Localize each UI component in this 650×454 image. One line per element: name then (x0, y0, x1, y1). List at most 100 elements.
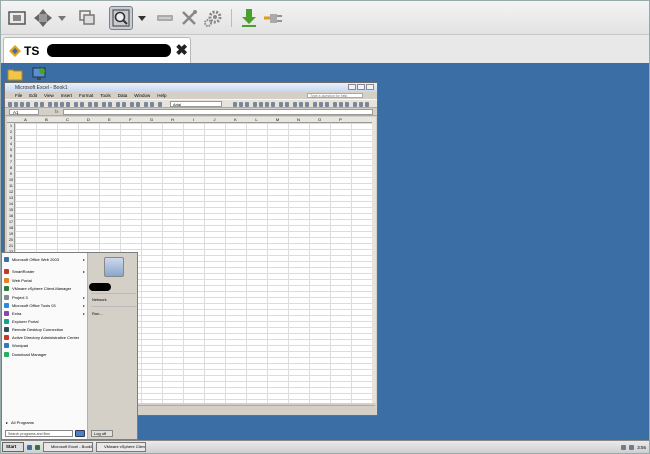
column-header[interactable]: O (309, 117, 330, 123)
formula-input[interactable] (62, 108, 373, 115)
start-menu-item[interactable]: Microsoft Office Web 2003 ▸ (4, 255, 86, 263)
toolbar-button-icon[interactable] (48, 102, 52, 107)
help-search-input[interactable]: Type a question for help (307, 93, 363, 98)
column-header[interactable]: E (99, 117, 120, 123)
toolbar-button-icon[interactable] (359, 102, 363, 107)
toolbar-button-icon[interactable] (108, 102, 112, 107)
column-header[interactable]: D (78, 117, 99, 123)
font-select[interactable]: Arial (170, 101, 222, 107)
menu-data[interactable]: Data (118, 93, 128, 98)
toolbar-button-icon[interactable] (150, 102, 154, 107)
column-header[interactable]: M (267, 117, 288, 123)
toolbar-button-icon[interactable] (26, 102, 30, 107)
toolbar-button-icon[interactable] (279, 102, 283, 107)
toolbar-button-icon[interactable] (319, 102, 323, 107)
run-link[interactable]: Run... (92, 311, 103, 316)
tools-button[interactable] (177, 6, 201, 30)
disconnect-button[interactable] (261, 6, 285, 30)
column-header[interactable]: G (141, 117, 162, 123)
keyboard-button[interactable] (153, 6, 177, 30)
start-menu-item[interactable]: Active Directory Administrative Center (4, 333, 86, 341)
start-menu-item[interactable]: Download Manager (4, 350, 86, 358)
column-header[interactable]: F (120, 117, 141, 123)
toolbar-button-icon[interactable] (66, 102, 70, 107)
start-menu-item[interactable]: Explorer Portal (4, 317, 86, 325)
network-icon[interactable] (31, 66, 47, 82)
name-box[interactable]: A1 (9, 108, 39, 115)
menu-file[interactable]: File (15, 93, 22, 98)
zoom-dropdown[interactable] (135, 6, 149, 30)
toolbar-button-icon[interactable] (102, 102, 106, 107)
toolbar-button-icon[interactable] (130, 102, 134, 107)
column-header[interactable]: I (183, 117, 204, 123)
column-header[interactable]: B (36, 117, 57, 123)
toolbar-button-icon[interactable] (345, 102, 349, 107)
toolbar-button-icon[interactable] (239, 102, 243, 107)
toolbar-button-icon[interactable] (60, 102, 64, 107)
zoom-button[interactable] (109, 6, 133, 30)
maximize-button[interactable] (357, 84, 365, 90)
close-icon[interactable]: ✖ (175, 43, 188, 58)
toolbar-button-icon[interactable] (313, 102, 317, 107)
toolbar-button-icon[interactable] (80, 102, 84, 107)
start-menu-item[interactable]: Extra ▸ (4, 309, 86, 317)
toolbar-button-icon[interactable] (233, 102, 237, 107)
toolbar-button-icon[interactable] (74, 102, 78, 107)
toolbar-button-icon[interactable] (88, 102, 92, 107)
minimize-button[interactable] (348, 84, 356, 90)
menu-tools[interactable]: Tools (100, 93, 111, 98)
fit-screen-button[interactable] (5, 6, 29, 30)
resize-dropdown[interactable] (55, 6, 69, 30)
toolbar-button-icon[interactable] (158, 102, 162, 107)
column-header[interactable]: P (330, 117, 351, 123)
session-tab[interactable]: TS ✖ (3, 37, 191, 63)
menu-edit[interactable]: Edit (29, 93, 37, 98)
logoff-button[interactable]: Log off (91, 430, 113, 437)
start-menu-item[interactable]: SmartRoster ▸ (4, 267, 86, 275)
menu-format[interactable]: Format (79, 93, 93, 98)
toolbar-button-icon[interactable] (136, 102, 140, 107)
toolbar-button-icon[interactable] (265, 102, 269, 107)
network-tray-icon[interactable] (621, 444, 627, 450)
vertical-scrollbar[interactable] (372, 117, 376, 403)
toolbar-button-icon[interactable] (293, 102, 297, 107)
close-button[interactable] (366, 84, 374, 90)
menu-insert[interactable]: Insert (61, 93, 72, 98)
all-programs[interactable]: ▸ All Programs (6, 420, 34, 425)
column-header[interactable]: L (246, 117, 267, 123)
volume-tray-icon[interactable] (629, 444, 635, 450)
toolbar-button-icon[interactable] (353, 102, 357, 107)
toolbar-button-icon[interactable] (271, 102, 275, 107)
start-menu-item[interactable]: Project 3 ▸ (4, 293, 86, 301)
download-button[interactable] (237, 6, 261, 30)
toolbar-button-icon[interactable] (285, 102, 289, 107)
column-header[interactable]: C (57, 117, 78, 123)
settings-button[interactable] (201, 6, 225, 30)
column-header[interactable]: N (288, 117, 309, 123)
powershell-quicklaunch-icon[interactable] (35, 444, 40, 450)
taskbar-item-excel[interactable]: Microsoft Excel - Book1 (43, 442, 93, 452)
start-menu-item[interactable]: VMware vSphere Client-Manager (4, 284, 86, 292)
search-icon[interactable] (75, 430, 85, 437)
toolbar-button-icon[interactable] (8, 102, 12, 107)
start-menu-item[interactable]: Wordpad (4, 341, 86, 349)
start-button[interactable]: Start (2, 442, 24, 452)
fx-icon[interactable]: fx (55, 109, 59, 114)
toolbar-button-icon[interactable] (245, 102, 249, 107)
windows-button[interactable] (75, 6, 99, 30)
toolbar-button-icon[interactable] (365, 102, 369, 107)
toolbar-button-icon[interactable] (333, 102, 337, 107)
start-search-input[interactable]: Search programs and files (5, 430, 73, 437)
explorer-quicklaunch-icon[interactable] (27, 444, 32, 450)
toolbar-button-icon[interactable] (94, 102, 98, 107)
toolbar-button-icon[interactable] (253, 102, 257, 107)
toolbar-button-icon[interactable] (259, 102, 263, 107)
toolbar-button-icon[interactable] (325, 102, 329, 107)
column-header[interactable]: H (162, 117, 183, 123)
start-menu-item[interactable]: Microsoft Office Tools 03 ▸ (4, 301, 86, 309)
toolbar-button-icon[interactable] (339, 102, 343, 107)
start-menu-item[interactable]: Remote Desktop Connection (4, 325, 86, 333)
toolbar-button-icon[interactable] (20, 102, 24, 107)
taskbar-item-vsphere[interactable]: VMware vSphere Client (96, 442, 146, 452)
toolbar-button-icon[interactable] (299, 102, 303, 107)
